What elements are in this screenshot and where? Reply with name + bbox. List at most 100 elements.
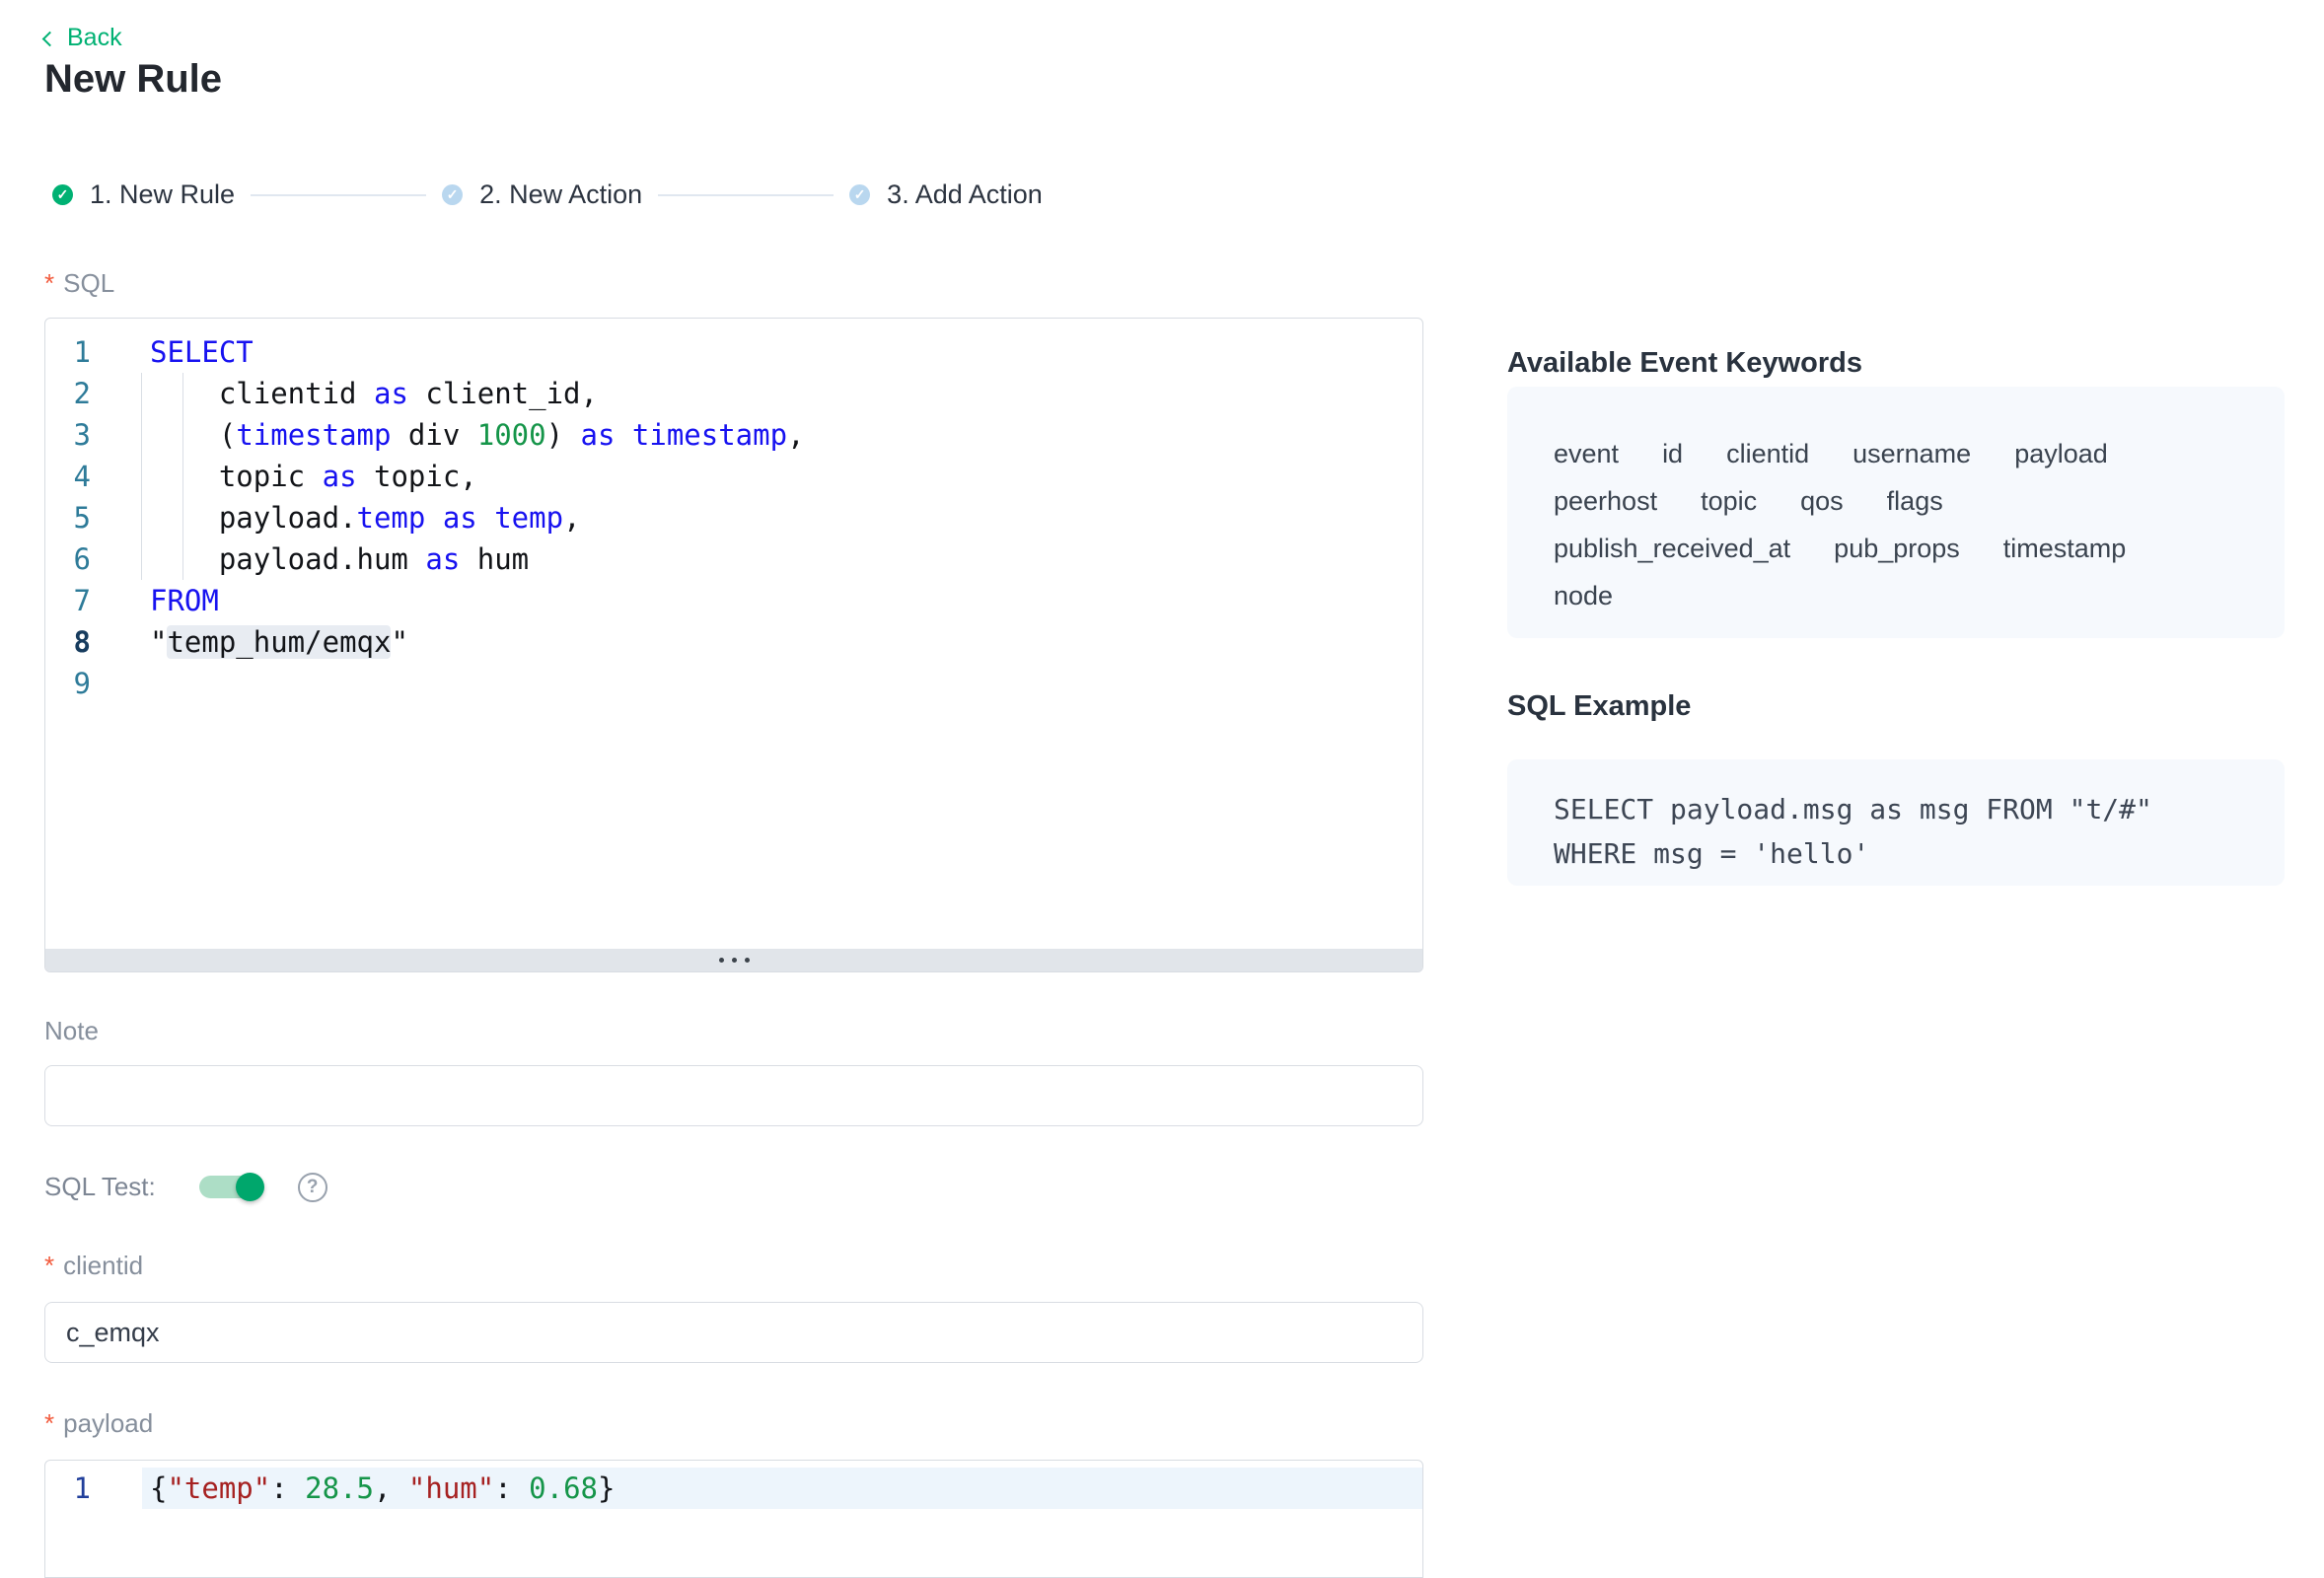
indent-guide [182, 538, 183, 580]
required-asterisk: * [44, 1251, 54, 1281]
token: "temp" [167, 1471, 270, 1505]
payload-code-editor[interactable]: 1{"temp": 28.5, "hum": 0.68} [44, 1460, 1423, 1578]
token: temp_hum/emqx [167, 625, 391, 659]
code-line: 4 topic as topic, [45, 456, 1422, 497]
sql-test-label: SQL Test: [44, 1172, 156, 1202]
clientid-label-text: clientid [63, 1251, 143, 1281]
code-content: clientid as client_id, [150, 373, 1422, 414]
event-keyword: pub_props [1834, 525, 1960, 572]
token: SELECT [150, 335, 254, 369]
token: 0.68 [529, 1471, 598, 1505]
token: 28.5 [305, 1471, 374, 1505]
token: temp [357, 501, 426, 535]
indent-guide [182, 497, 183, 538]
token: "hum" [408, 1471, 494, 1505]
token: hum [460, 542, 529, 576]
token: payload. [150, 501, 357, 535]
indent-guide [141, 538, 142, 580]
sql-code-editor[interactable]: 1SELECT2 clientid as client_id,3 (timest… [44, 318, 1423, 972]
code-content: SELECT [150, 331, 1422, 373]
line-number: 3 [45, 414, 91, 456]
line-number: 6 [45, 538, 91, 580]
keyword-row: peerhost topic qos flags [1554, 477, 2245, 525]
token: " [391, 625, 407, 659]
step-label: 3. Add Action [887, 179, 1043, 210]
stepper-step-1[interactable]: ✓1. New Rule [52, 179, 235, 210]
token: temp [494, 501, 563, 535]
event-keyword: publish_received_at [1554, 525, 1790, 572]
stepper-step-2[interactable]: ✓ 2. New Action [442, 179, 642, 210]
back-link[interactable]: Back [44, 24, 122, 52]
token: ( [150, 418, 236, 452]
event-keyword: topic [1701, 477, 1757, 525]
token: ) [546, 418, 581, 452]
clientid-field-label: * clientid [44, 1251, 143, 1281]
note-input[interactable] [44, 1065, 1423, 1126]
code-content: {"temp": 28.5, "hum": 0.68} [142, 1468, 1422, 1509]
step-label: 1. New Rule [90, 179, 235, 210]
token: clientid [150, 377, 374, 410]
payload-label-text: payload [63, 1408, 153, 1439]
code-content: FROM [150, 580, 1422, 621]
token: FROM [150, 584, 219, 617]
page-title: New Rule [44, 57, 222, 102]
event-keyword: flags [1887, 477, 1943, 525]
chevron-left-icon [42, 31, 58, 46]
code-line: 2 clientid as client_id, [45, 373, 1422, 414]
token [425, 501, 442, 535]
line-number: 5 [45, 497, 91, 538]
token: client_id, [408, 377, 598, 410]
code-line: 8"temp_hum/emqx" [45, 621, 1422, 663]
line-number: 2 [45, 373, 91, 414]
token: , [563, 501, 580, 535]
token: { [150, 1471, 167, 1505]
line-number: 1 [45, 331, 91, 373]
token: as [374, 377, 408, 410]
event-keyword: qos [1800, 477, 1844, 525]
token: payload.hum [150, 542, 425, 576]
event-keyword: peerhost [1554, 477, 1657, 525]
step-label: 2. New Action [479, 179, 642, 210]
code-content: "temp_hum/emqx" [150, 621, 1422, 663]
code-line: 9 [45, 663, 1422, 704]
token [477, 501, 494, 535]
event-keyword: id [1662, 430, 1683, 477]
sql-test-row: SQL Test: ? [44, 1172, 327, 1202]
editor-resize-handle[interactable] [45, 949, 1422, 971]
sql-test-toggle[interactable] [199, 1176, 262, 1198]
note-field-label: Note [44, 1016, 99, 1046]
token: as [323, 460, 357, 493]
event-keyword: username [1852, 430, 1971, 477]
stepper-step-3[interactable]: ✓3. Add Action [849, 179, 1043, 210]
clientid-input[interactable] [44, 1302, 1423, 1363]
token [615, 418, 631, 452]
token: 1000 [477, 418, 546, 452]
code-content: payload.temp as temp, [150, 497, 1422, 538]
code-content: topic as topic, [150, 456, 1422, 497]
token: , [374, 1471, 408, 1505]
event-keyword: clientid [1726, 430, 1809, 477]
token: } [598, 1471, 615, 1505]
keyword-row: publish_received_atpub_propstimestamp [1554, 525, 2245, 572]
indent-guide [182, 414, 183, 456]
indent-guide [141, 456, 142, 497]
main-column: Back New Rule ✓1. New Rule ✓ 2. New Action… [44, 0, 1423, 1546]
token: topic [150, 460, 323, 493]
payload-field-label: * payload [44, 1408, 153, 1439]
step-connector [658, 194, 834, 196]
keyword-row: node [1554, 572, 2245, 619]
required-asterisk: * [44, 268, 54, 299]
code-line: 3 (timestamp div 1000) as timestamp, [45, 414, 1422, 456]
payload-editor-lines: 1{"temp": 28.5, "hum": 0.68} [45, 1461, 1422, 1509]
token: , [787, 418, 804, 452]
back-label: Back [67, 24, 122, 52]
step-check-icon: ✓ [442, 184, 463, 205]
code-content: payload.hum as hum [150, 538, 1422, 580]
sql-example-panel: SELECT payload.msg as msg FROM "t/#"WHER… [1507, 759, 2285, 886]
line-number: 9 [45, 663, 91, 704]
code-line: 6 payload.hum as hum [45, 538, 1422, 580]
token: timestamp [236, 418, 391, 452]
code-content [150, 663, 1422, 704]
help-question-icon[interactable]: ? [298, 1173, 327, 1202]
keywords-panel-title: Available Event Keywords [1507, 347, 1862, 380]
